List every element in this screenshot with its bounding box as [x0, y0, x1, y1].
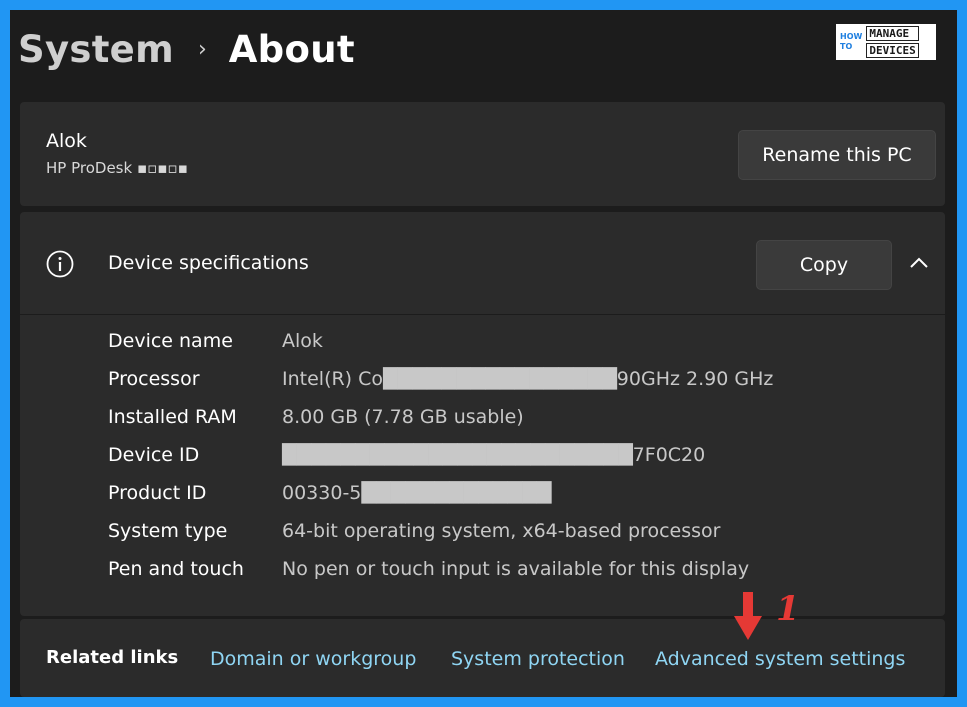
breadcrumb-system[interactable]: System: [18, 28, 174, 71]
spec-value: ████████████████████████7F0C20: [282, 444, 706, 466]
spec-label: Product ID: [108, 482, 207, 504]
spec-row-installed-ram: Installed RAM 8.00 GB (7.78 GB usable): [108, 406, 524, 444]
chevron-up-icon[interactable]: [908, 254, 930, 272]
copy-button[interactable]: Copy: [756, 240, 892, 290]
device-specifications-card: Device specifications Copy Device name A…: [20, 212, 945, 616]
domain-or-workgroup-link[interactable]: Domain or workgroup: [210, 648, 416, 670]
spec-label: Processor: [108, 368, 200, 390]
system-protection-link[interactable]: System protection: [451, 648, 625, 670]
spec-row-device-name: Device name Alok: [108, 330, 323, 368]
spec-label: Pen and touch: [108, 558, 244, 580]
related-links-label: Related links: [46, 647, 179, 668]
pc-model: HP ProDesk ▪▫▪▫▪: [46, 159, 188, 177]
howtomanagedevices-logo: HOW TO MANAGE DEVICES: [836, 24, 936, 60]
logo-devices: DEVICES: [866, 43, 919, 58]
annotation-number: 1: [776, 589, 800, 629]
spec-label: System type: [108, 520, 228, 542]
spec-label: Device name: [108, 330, 233, 352]
spec-row-product-id: Product ID 00330-5█████████████: [108, 482, 551, 520]
spec-row-pen-and-touch: Pen and touch No pen or touch input is a…: [108, 558, 749, 596]
spec-row-device-id: Device ID ████████████████████████7F0C20: [108, 444, 705, 482]
pc-name-card: Alok HP ProDesk ▪▫▪▫▪ Rename this PC: [20, 102, 945, 206]
pc-name: Alok: [46, 130, 87, 152]
annotation-arrow-icon: 1: [734, 589, 800, 640]
spec-label: Device ID: [108, 444, 200, 466]
spec-label: Installed RAM: [108, 406, 237, 428]
advanced-system-settings-link[interactable]: Advanced system settings: [655, 648, 905, 670]
rename-pc-button[interactable]: Rename this PC: [738, 130, 936, 180]
logo-how: HOW: [840, 32, 863, 41]
breadcrumb-chevron-icon: ›: [197, 36, 207, 62]
logo-to: TO: [840, 42, 853, 51]
spec-value: 00330-5█████████████: [282, 482, 552, 504]
spec-row-processor: Processor Intel(R) Co████████████████90G…: [108, 368, 773, 406]
spec-row-system-type: System type 64-bit operating system, x64…: [108, 520, 720, 558]
page-title: About: [228, 27, 355, 71]
spec-value: No pen or touch input is available for t…: [282, 558, 750, 580]
device-specifications-title: Device specifications: [108, 252, 309, 274]
settings-window: System › About HOW TO MANAGE DEVICES Alo…: [10, 10, 957, 697]
spec-value: Alok: [282, 330, 323, 352]
spec-value: 8.00 GB (7.78 GB usable): [282, 406, 524, 428]
spec-value: 64-bit operating system, x64-based proce…: [282, 520, 721, 542]
related-links-bar: Related links Domain or workgroup System…: [20, 619, 945, 697]
info-icon: [46, 250, 74, 278]
spec-value: Intel(R) Co████████████████90GHz 2.90 GH…: [282, 368, 774, 390]
device-specifications-header[interactable]: Device specifications Copy: [20, 212, 945, 315]
logo-manage: MANAGE: [866, 26, 919, 41]
breadcrumb: System › About: [18, 24, 355, 74]
